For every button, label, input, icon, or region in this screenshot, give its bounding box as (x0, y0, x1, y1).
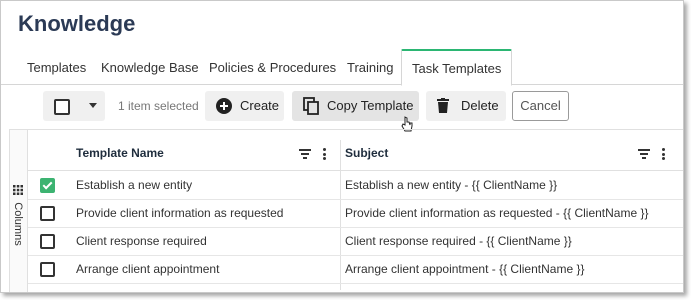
tab-templates[interactable]: Templates (17, 49, 96, 84)
chevron-down-icon[interactable] (89, 103, 97, 108)
selection-count: 1 item selected (118, 99, 199, 113)
column-menu-icon[interactable] (662, 148, 665, 160)
columns-panel-toggle[interactable]: Columns (10, 130, 28, 292)
select-all-checkbox[interactable] (54, 99, 70, 115)
template-name-cell: Establish a new entity (76, 178, 193, 192)
create-button[interactable]: Create (205, 91, 284, 121)
table-row[interactable]: Arrange client appointment Arrange clien… (28, 255, 683, 284)
select-all-dropdown[interactable] (43, 91, 105, 121)
filter-icon[interactable] (638, 149, 650, 159)
trash-icon (437, 98, 449, 113)
subject-cell: Arrange client appointment - {{ ClientNa… (345, 262, 585, 276)
column-menu-icon[interactable] (323, 148, 326, 160)
template-name-cell: Client response required (76, 234, 207, 248)
cancel-button[interactable]: Cancel (512, 91, 569, 121)
header-subject[interactable]: Subject (345, 146, 388, 160)
subject-cell: Provide client information as requested … (345, 206, 649, 220)
task-templates-grid: Columns Template Name Subject Establish … (9, 129, 683, 292)
template-name-cell: Provide client information as requested (76, 206, 284, 220)
delete-label: Delete (461, 98, 499, 113)
template-name-cell: Arrange client appointment (76, 262, 220, 276)
table-row[interactable]: Provide client information as requested … (28, 199, 683, 228)
row-checkbox[interactable] (40, 178, 55, 193)
filter-icon[interactable] (299, 149, 311, 159)
copy-icon (303, 97, 319, 115)
row-checkbox[interactable] (40, 206, 55, 221)
columns-grid-icon (13, 185, 23, 195)
subject-cell: Client response required - {{ ClientName… (345, 234, 572, 248)
page-title: Knowledge (18, 11, 136, 36)
header-template-name[interactable]: Template Name (76, 146, 164, 160)
table-row[interactable]: Establish a new entity Establish a new e… (28, 171, 683, 200)
delete-button[interactable]: Delete (426, 91, 506, 121)
tab-task-templates[interactable]: Task Templates (401, 49, 513, 86)
row-checkbox[interactable] (40, 262, 55, 277)
grid-header: Template Name Subject (28, 140, 683, 171)
row-checkbox[interactable] (40, 234, 55, 249)
add-circle-icon (216, 98, 232, 114)
tab-policies-procedures[interactable]: Policies & Procedures (199, 49, 346, 84)
tab-training[interactable]: Training (337, 49, 403, 84)
knowledge-window: Knowledge Templates Knowledge Base Polic… (0, 0, 684, 293)
tab-bar: Templates Knowledge Base Policies & Proc… (1, 49, 683, 86)
columns-label: Columns (12, 202, 24, 246)
create-label: Create (240, 98, 280, 113)
subject-cell: Establish a new entity - {{ ClientName }… (345, 178, 558, 192)
tab-knowledge-base[interactable]: Knowledge Base (91, 49, 209, 84)
table-row[interactable]: Client response required Client response… (28, 227, 683, 256)
